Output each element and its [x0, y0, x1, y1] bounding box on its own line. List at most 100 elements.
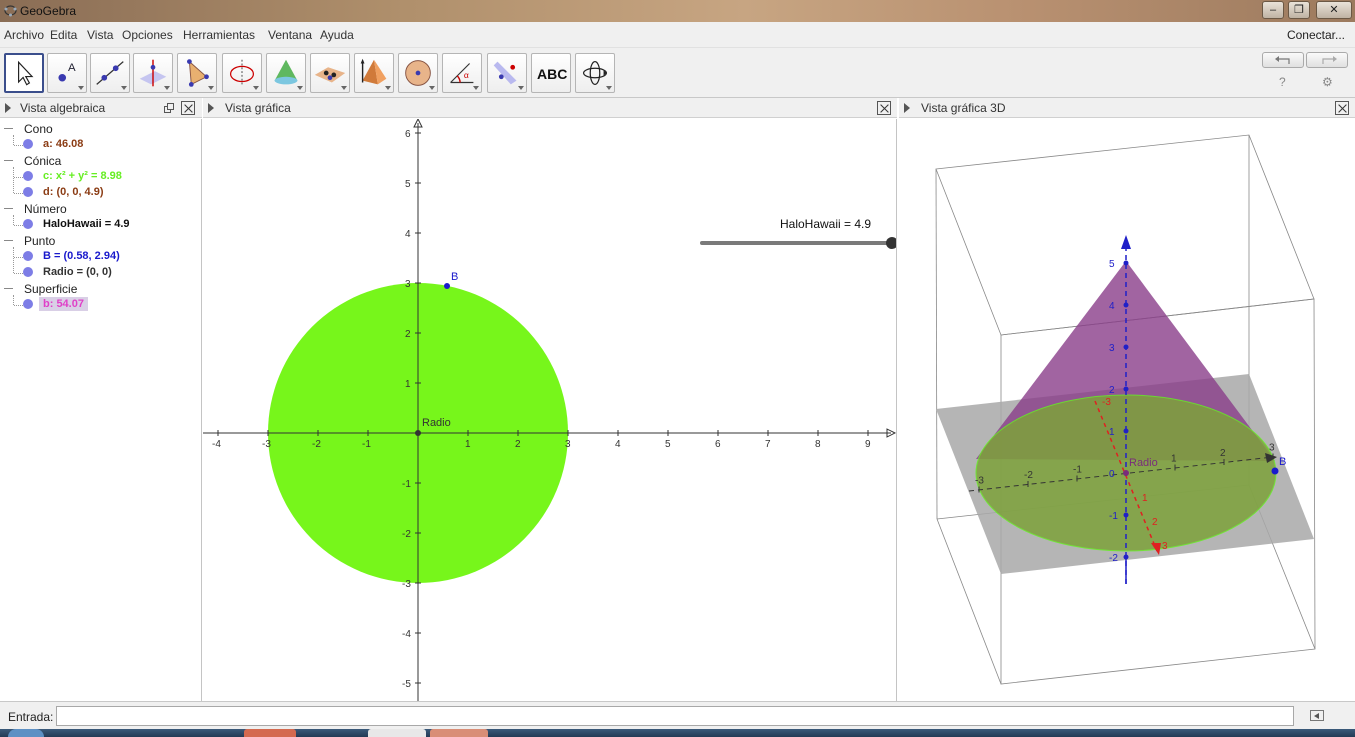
graphics3d-view[interactable]: 5 4 3 2 1 0 -1 -2 -3 -2 -1 1 2 3 -3 1 2 3 B Radio	[899, 119, 1355, 701]
input-bar: Entrada:	[0, 701, 1355, 729]
text-tool-button[interactable]: ABC	[531, 53, 571, 93]
collapse-arrow-icon[interactable]	[208, 103, 214, 113]
toolbar: A α ABC ? ⚙	[0, 48, 1355, 98]
collapse-arrow-icon[interactable]	[5, 103, 11, 113]
menu-archivo[interactable]: Archivo	[4, 28, 44, 42]
close-algebra-view-button[interactable]	[181, 101, 195, 115]
cone-tool-button[interactable]	[266, 53, 306, 93]
z-tick-mark	[1123, 386, 1129, 392]
category-cono[interactable]: Cono	[24, 122, 53, 136]
y-tick-label: 3	[405, 279, 411, 290]
visibility-toggle[interactable]	[23, 187, 33, 197]
angle-tool-button[interactable]: α	[442, 53, 482, 93]
taskbar-item[interactable]	[430, 729, 488, 737]
category-numero[interactable]: Número	[24, 202, 67, 216]
x-tick-label: -4	[212, 439, 221, 450]
x-tick-label: 6	[715, 439, 721, 450]
menu-vista[interactable]: Vista	[87, 28, 113, 42]
menu-opciones[interactable]: Opciones	[122, 28, 173, 42]
undo-button[interactable]	[1262, 52, 1304, 68]
point-B-3d[interactable]	[1271, 467, 1279, 475]
y-tick-label: 4	[405, 229, 411, 240]
visibility-toggle[interactable]	[23, 251, 33, 261]
y3d-tick-label: 2	[1152, 517, 1158, 528]
visibility-toggle[interactable]	[23, 139, 33, 149]
tree-line	[13, 295, 14, 305]
restore-icon: ❐	[1294, 3, 1304, 16]
sphere-tool-button[interactable]	[398, 53, 438, 93]
collapse-arrow-icon[interactable]	[904, 103, 910, 113]
undock-icon[interactable]	[164, 103, 174, 113]
taskbar-item[interactable]	[244, 729, 296, 737]
line-tool-button[interactable]	[90, 53, 130, 93]
collapse-toggle[interactable]	[4, 288, 13, 289]
collapse-toggle[interactable]	[4, 208, 13, 209]
close-graphics-view-button[interactable]	[877, 101, 891, 115]
close-graphics3d-view-button[interactable]	[1335, 101, 1349, 115]
collapse-toggle[interactable]	[4, 160, 13, 161]
graphics3d-canvas[interactable]: 5 4 3 2 1 0 -1 -2 -3 -2 -1 1 2 3 -3 1 2 3 B Radio	[899, 119, 1355, 701]
redo-button[interactable]	[1306, 52, 1348, 68]
close-window-button[interactable]: ✕	[1316, 1, 1352, 19]
help-icon[interactable]: ?	[1279, 75, 1286, 89]
graphics-view-title: Vista gráfica	[225, 101, 291, 115]
algebra-entry-point-b[interactable]: B = (0.58, 2.94)	[43, 250, 120, 262]
connect-link[interactable]: Conectar...	[1287, 28, 1345, 42]
graphics-view[interactable]: -4 -3 -2 -1 1 2 3 4 5 6 7 8 9 6 5 4 3 2 1 -1 -2 -3 -4 -5 B Rad…	[203, 119, 897, 701]
minimize-button[interactable]: –	[1262, 1, 1284, 19]
visibility-toggle[interactable]	[23, 299, 33, 309]
menu-ayuda[interactable]: Ayuda	[320, 28, 354, 42]
collapse-toggle[interactable]	[4, 240, 13, 241]
menu-ventana[interactable]: Ventana	[268, 28, 312, 42]
rotate-view-tool-button[interactable]	[575, 53, 615, 93]
algebra-entry-cono-a[interactable]: a: 46.08	[43, 138, 83, 150]
redo-icon	[1322, 56, 1337, 64]
start-button[interactable]	[8, 729, 44, 737]
graphics-canvas[interactable]: -4 -3 -2 -1 1 2 3 4 5 6 7 8 9 6 5 4 3 2 1 -1 -2 -3 -4 -5 B Rad…	[203, 119, 897, 701]
y-tick-label: -3	[402, 579, 411, 590]
tree-line	[14, 257, 23, 258]
y-tick-label: -5	[402, 679, 411, 690]
tree-line	[14, 145, 23, 146]
move-tool-button[interactable]	[4, 53, 44, 93]
x3d-tick-label: 3	[1269, 443, 1275, 454]
y-tick-label: 1	[405, 379, 411, 390]
perpendicular-tool-button[interactable]	[133, 53, 173, 93]
x3d-tick-label: -2	[1024, 470, 1033, 481]
polygon-tool-button[interactable]	[177, 53, 217, 93]
algebra-entry-conica-c[interactable]: c: x² + y² = 8.98	[43, 170, 122, 182]
algebra-entry-radio[interactable]: Radio = (0, 0)	[43, 266, 112, 278]
svg-text:α: α	[464, 70, 469, 80]
visibility-toggle[interactable]	[23, 219, 33, 229]
taskbar-item[interactable]	[368, 729, 426, 737]
input-help-icon[interactable]	[1310, 710, 1324, 721]
point-B[interactable]	[444, 283, 450, 289]
slider-handle[interactable]	[886, 237, 897, 249]
y-tick-label: 2	[405, 329, 411, 340]
maximize-button[interactable]: ❐	[1288, 1, 1310, 19]
z-tick-label: 5	[1109, 259, 1115, 270]
os-taskbar	[0, 729, 1355, 737]
category-conica[interactable]: Cónica	[24, 154, 61, 168]
reflect-tool-button[interactable]	[487, 53, 527, 93]
menu-edita[interactable]: Edita	[50, 28, 77, 42]
point-radio[interactable]	[415, 430, 421, 436]
settings-gear-icon[interactable]: ⚙	[1322, 75, 1333, 89]
input-field[interactable]	[56, 706, 1294, 726]
visibility-toggle[interactable]	[23, 171, 33, 181]
visibility-toggle[interactable]	[23, 267, 33, 277]
category-superficie[interactable]: Superficie	[24, 282, 77, 296]
point-radio-3d[interactable]	[1123, 470, 1129, 476]
plane-tool-button[interactable]	[310, 53, 350, 93]
circle-tool-button[interactable]	[222, 53, 262, 93]
point-tool-button[interactable]: A	[47, 53, 87, 93]
x-tick-label: 1	[465, 439, 471, 450]
category-punto[interactable]: Punto	[24, 234, 55, 248]
pyramid-tool-button[interactable]	[354, 53, 394, 93]
z-tick-mark	[1123, 302, 1129, 308]
collapse-toggle[interactable]	[4, 128, 13, 129]
algebra-entry-superficie-b[interactable]: b: 54.07	[39, 297, 88, 311]
menu-herramientas[interactable]: Herramientas	[183, 28, 255, 42]
algebra-entry-conica-d[interactable]: d: (0, 0, 4.9)	[43, 186, 104, 198]
algebra-entry-halohawaii[interactable]: HaloHawaii = 4.9	[43, 218, 130, 230]
